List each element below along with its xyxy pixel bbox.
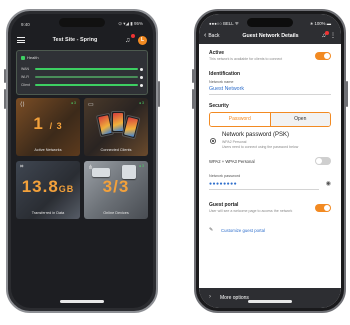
health-row-label: Client bbox=[21, 83, 30, 87]
tile-caption: Online Devices bbox=[103, 211, 129, 215]
left-screen: 9:40 ⊙ ▾◢ ▮ 95% Test Site - Spring ♫ L H… bbox=[11, 14, 153, 308]
volume-button bbox=[192, 89, 194, 109]
tile-tag: ● 3 bbox=[138, 101, 144, 105]
customize-portal-link[interactable]: Customize guest portal bbox=[221, 228, 265, 233]
security-segmented-control: Password Open bbox=[209, 112, 331, 127]
home-indicator[interactable] bbox=[248, 300, 292, 303]
tile-online-devices[interactable]: ⋔ ● 3 3/3 Online Devices bbox=[84, 161, 148, 219]
health-icon bbox=[21, 55, 25, 60]
menu-icon[interactable] bbox=[17, 37, 25, 43]
share-icon: ⟨⟩ bbox=[20, 102, 25, 108]
right-phone: ●●●○○ BELL ᯤ 4:21 PM ∗ 100% ▬ ‹ Back Gue… bbox=[192, 9, 348, 313]
more-vertical-icon[interactable]: ⋮ bbox=[330, 32, 336, 39]
health-bar bbox=[35, 68, 138, 70]
network-name-input[interactable]: Guest Network bbox=[209, 86, 331, 95]
health-row: WAN bbox=[21, 66, 143, 72]
page-title: Guest Network Details bbox=[242, 32, 299, 39]
health-bar bbox=[35, 84, 138, 86]
network-password-label: Network password bbox=[209, 174, 241, 178]
power-button bbox=[346, 81, 348, 107]
avatar[interactable]: L bbox=[138, 35, 147, 45]
eye-icon[interactable]: ◉ bbox=[326, 180, 331, 187]
wpa-toggle-label: WPA2 + WPA3 Personal bbox=[209, 159, 255, 164]
more-options-label: More options bbox=[220, 295, 249, 301]
power-button bbox=[158, 81, 160, 107]
notification-badge bbox=[325, 30, 329, 35]
tile-tag: ● 3 bbox=[138, 164, 144, 168]
psk-line2: Users need to connect using the password… bbox=[222, 145, 299, 149]
security-title: Security bbox=[209, 103, 229, 109]
health-card[interactable]: Health WAN Wi-Fi Client bbox=[16, 50, 148, 95]
tile-value: 13.8GB bbox=[21, 177, 75, 196]
bell-icon[interactable]: ♫ bbox=[322, 30, 329, 39]
chart-icon: ⌗ bbox=[20, 164, 24, 170]
psk-radio[interactable] bbox=[210, 138, 216, 144]
health-row: Wi-Fi bbox=[21, 74, 143, 80]
health-header: Health bbox=[21, 55, 39, 60]
access-point-image bbox=[92, 168, 110, 177]
active-subtitle: This network is available for clients to… bbox=[209, 57, 283, 61]
status-time: 9:40 bbox=[21, 21, 30, 27]
details-body: Active This network is available for cli… bbox=[199, 44, 341, 308]
tile-tag: ● 3 bbox=[70, 101, 76, 105]
network-password-input[interactable]: ●●●●●●●● bbox=[209, 181, 319, 190]
edit-icon: ✎ bbox=[209, 227, 214, 233]
volume-button bbox=[4, 69, 6, 83]
tile-caption: Active Networks bbox=[34, 148, 62, 152]
right-screen: ●●●○○ BELL ᯤ 4:21 PM ∗ 100% ▬ ‹ Back Gue… bbox=[199, 14, 341, 308]
guest-portal-title: Guest portal bbox=[209, 202, 239, 208]
health-label: Health bbox=[27, 55, 39, 60]
psk-line1: WPA2 Personal bbox=[222, 140, 247, 144]
back-button[interactable]: ‹ Back bbox=[204, 32, 219, 39]
volume-button bbox=[4, 89, 6, 109]
more-options-bar[interactable]: › More options bbox=[199, 288, 341, 308]
monitor-icon: ▭ bbox=[88, 102, 94, 108]
health-dot bbox=[140, 83, 143, 87]
notification-badge bbox=[131, 33, 135, 38]
home-indicator[interactable] bbox=[60, 300, 104, 303]
status-indicators: ⊙ ▾◢ ▮ 95% bbox=[118, 21, 143, 26]
health-row-label: WAN bbox=[21, 67, 30, 71]
segment-open[interactable]: Open bbox=[270, 113, 330, 126]
health-bar bbox=[35, 76, 138, 78]
notch bbox=[59, 18, 105, 27]
status-carrier: ●●●○○ BELL ᯤ bbox=[209, 20, 239, 26]
active-toggle[interactable] bbox=[315, 52, 331, 60]
chevron-left-icon: ‹ bbox=[204, 32, 207, 39]
notch bbox=[247, 18, 293, 27]
tile-caption: Connected Clients bbox=[100, 148, 132, 152]
clients-photo bbox=[94, 108, 141, 142]
network-name-label: Network name bbox=[209, 80, 234, 84]
tile-connected-clients[interactable]: ▭ ● 3 Connected Clients bbox=[84, 98, 148, 156]
health-row-label: Wi-Fi bbox=[21, 75, 30, 79]
chevron-right-icon: › bbox=[209, 294, 211, 300]
health-dot bbox=[140, 67, 143, 71]
volume-button bbox=[192, 69, 194, 83]
psk-title: Network password (PSK) bbox=[222, 132, 290, 138]
back-label: Back bbox=[208, 32, 220, 39]
guest-portal-toggle[interactable] bbox=[315, 204, 331, 212]
tile-value: 1 / 3 bbox=[33, 114, 63, 133]
segment-password[interactable]: Password bbox=[210, 113, 271, 126]
guest-portal-subtitle: User will see a welcome page to access t… bbox=[209, 209, 293, 213]
tile-transferred-data[interactable]: ⌗ 13.8GB Transferred in Data bbox=[16, 161, 80, 219]
header-icons: ♫ ⋮ bbox=[322, 30, 336, 39]
left-phone: 9:40 ⊙ ▾◢ ▮ 95% Test Site - Spring ♫ L H… bbox=[4, 9, 160, 313]
nav-header: ‹ Back Guest Network Details ♫ ⋮ bbox=[204, 30, 336, 41]
health-dot bbox=[140, 75, 143, 79]
tile-value: 3/3 bbox=[102, 177, 130, 196]
identification-title: Identification bbox=[209, 71, 241, 77]
tile-caption: Transferred in Data bbox=[31, 211, 65, 215]
app-header: Test Site - Spring ♫ L bbox=[17, 32, 147, 48]
tile-active-networks[interactable]: ⟨⟩ ● 3 1 / 3 Active Networks bbox=[16, 98, 80, 156]
status-battery: ∗ 100% ▬ bbox=[309, 20, 331, 26]
health-row: Client bbox=[21, 82, 143, 88]
wpa-toggle[interactable] bbox=[315, 157, 331, 165]
active-title: Active bbox=[209, 50, 225, 56]
site-title[interactable]: Test Site - Spring bbox=[25, 37, 125, 43]
bell-icon[interactable]: ♫ bbox=[125, 33, 135, 44]
